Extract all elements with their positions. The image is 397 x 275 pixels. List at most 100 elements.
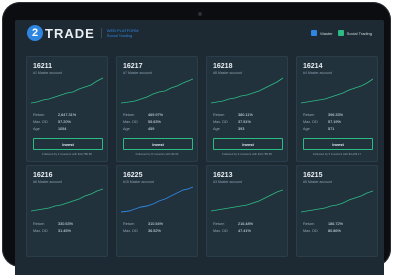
stat-return-value: 396.33% bbox=[328, 113, 343, 117]
account-id: 16211 bbox=[33, 63, 53, 70]
stat-age-value: 1054 bbox=[58, 127, 67, 131]
account-card-16216[interactable]: 16216 #6 Master account Return 330.53% M… bbox=[26, 165, 108, 257]
stat-return: Return 186.72% bbox=[303, 222, 373, 226]
stat-age-label: Age bbox=[213, 127, 220, 131]
stat-return: Return 310.54% bbox=[123, 222, 193, 226]
account-id: 16225 bbox=[123, 172, 143, 179]
stat-maxdd-label: Max. DD bbox=[213, 120, 228, 124]
stat-maxdd-value: 31.45% bbox=[58, 229, 71, 233]
invest-button[interactable]: Invest bbox=[303, 138, 373, 150]
stat-maxdd-label: Max. DD bbox=[303, 120, 318, 124]
account-card-16214[interactable]: 16214 #4 Master account Return 396.33% M… bbox=[296, 56, 378, 162]
stat-return: Return 216.48% bbox=[213, 222, 283, 226]
stat-maxdd-value: 37.51% bbox=[238, 120, 251, 124]
sparkline-chart bbox=[211, 189, 283, 212]
account-id: 16217 bbox=[123, 63, 143, 70]
stat-return: Return 330.53% bbox=[33, 222, 103, 226]
logo-subtitle-line-2: Social Trading bbox=[106, 33, 133, 38]
stat-age: Age 1054 bbox=[33, 127, 103, 131]
logo-mark: 2 bbox=[27, 25, 43, 41]
account-card-16225[interactable]: 16225 #15 Master account Return 310.54% … bbox=[116, 165, 198, 257]
account-id: 16215 bbox=[303, 172, 323, 179]
sparkline-chart bbox=[121, 186, 193, 213]
filter-group: Master Social Trading bbox=[311, 30, 372, 36]
sparkline-chart bbox=[121, 78, 193, 104]
stat-maxdd-value: 47.41% bbox=[238, 229, 251, 233]
stat-return-label: Return bbox=[123, 222, 135, 226]
stat-age-label: Age bbox=[303, 127, 310, 131]
invest-button[interactable]: Invest bbox=[123, 138, 193, 150]
followers-text: Followed by 3 investors with $13,786.58 bbox=[42, 152, 92, 156]
invest-button[interactable]: Invest bbox=[213, 138, 283, 150]
checkbox-social-trading[interactable] bbox=[337, 30, 344, 36]
followers-text: Followed by 8 investors with $0.00 bbox=[135, 152, 179, 156]
account-id: 16216 bbox=[33, 172, 53, 179]
stat-maxdd-value: 80.86% bbox=[328, 229, 341, 233]
filter-master[interactable]: Master bbox=[311, 30, 333, 36]
stat-maxdd-value: 57.19% bbox=[328, 120, 341, 124]
logo-text: TRADE bbox=[45, 25, 95, 41]
filter-social-trading-label: Social Trading bbox=[346, 30, 372, 36]
stat-age-label: Age bbox=[123, 127, 130, 131]
tablet-frame: 2 TRADE WEB PLATFORM Social Trading Mast… bbox=[2, 2, 391, 275]
stat-return-label: Return bbox=[213, 222, 225, 226]
stat-return-value: 330.53% bbox=[58, 222, 73, 226]
account-id: 16214 bbox=[303, 63, 323, 70]
logo-subtitle: WEB PLATFORM Social Trading bbox=[100, 28, 139, 38]
stat-maxdd: Max. DD 47.41% bbox=[213, 229, 283, 233]
stat-maxdd: Max. DD 36.52% bbox=[123, 229, 193, 233]
stat-return-value: 310.54% bbox=[148, 222, 163, 226]
top-bar: 2 TRADE WEB PLATFORM Social Trading Mast… bbox=[15, 20, 384, 50]
filter-social-trading[interactable]: Social Trading bbox=[337, 30, 372, 36]
stat-age-value: 571 bbox=[328, 127, 335, 131]
followers-text: Followed by 9 investors with $13,785.58 bbox=[222, 152, 272, 156]
account-id: 16213 bbox=[213, 172, 233, 179]
stat-return: Return 2,647.31% bbox=[33, 113, 103, 117]
stat-maxdd-value: 55.63% bbox=[148, 120, 161, 124]
account-card-16211[interactable]: 16211 #1 Master account Return 2,647.31%… bbox=[26, 56, 108, 162]
stat-maxdd-value: 57.20% bbox=[58, 120, 71, 124]
stat-return-value: 469.97% bbox=[148, 113, 163, 117]
stat-age: Age 571 bbox=[303, 127, 373, 131]
stat-maxdd: Max. DD 37.51% bbox=[213, 120, 283, 124]
stat-return-value: 380.11% bbox=[238, 113, 253, 117]
account-card-16213[interactable]: 16213 #3 Master account Return 216.48% M… bbox=[206, 165, 288, 257]
account-card-16217[interactable]: 16217 #7 Master account Return 469.97% M… bbox=[116, 56, 198, 162]
sparkline-chart bbox=[301, 78, 373, 104]
stat-age: Age 393 bbox=[213, 127, 283, 131]
stat-maxdd-label: Max. DD bbox=[213, 229, 228, 233]
account-card-16218[interactable]: 16218 #8 Master account Return 380.11% M… bbox=[206, 56, 288, 162]
checkbox-master[interactable] bbox=[311, 30, 318, 36]
stat-return-value: 216.48% bbox=[238, 222, 253, 226]
filter-master-label: Master bbox=[320, 30, 333, 36]
front-camera bbox=[198, 12, 202, 16]
stat-maxdd-label: Max. DD bbox=[123, 229, 138, 233]
stat-maxdd: Max. DD 57.19% bbox=[303, 120, 373, 124]
account-card-16215[interactable]: 16215 #5 Master account Return 186.72% M… bbox=[296, 165, 378, 257]
app-screen: 2 TRADE WEB PLATFORM Social Trading Mast… bbox=[15, 20, 384, 275]
stat-maxdd: Max. DD 55.63% bbox=[123, 120, 193, 124]
stat-maxdd-label: Max. DD bbox=[33, 120, 48, 124]
sparkline-chart bbox=[31, 77, 103, 104]
invest-button[interactable]: Invest bbox=[33, 138, 103, 150]
stat-return: Return 380.11% bbox=[213, 113, 283, 117]
stat-return-label: Return bbox=[123, 113, 135, 117]
brand-logo[interactable]: 2 TRADE WEB PLATFORM Social Trading bbox=[27, 25, 139, 41]
stat-age-value: 393 bbox=[238, 127, 245, 131]
sparkline-chart bbox=[31, 188, 103, 212]
stat-return-value: 186.72% bbox=[328, 222, 343, 226]
stat-age-value: 459 bbox=[148, 127, 155, 131]
stat-return: Return 396.33% bbox=[303, 113, 373, 117]
stat-return-label: Return bbox=[303, 113, 315, 117]
account-id: 16218 bbox=[213, 63, 233, 70]
stat-maxdd: Max. DD 31.45% bbox=[33, 229, 103, 233]
stat-age: Age 459 bbox=[123, 127, 193, 131]
stat-maxdd-label: Max. DD bbox=[33, 229, 48, 233]
stat-maxdd-value: 36.52% bbox=[148, 229, 161, 233]
stat-maxdd-label: Max. DD bbox=[303, 229, 318, 233]
stat-maxdd: Max. DD 80.86% bbox=[303, 229, 373, 233]
stat-maxdd: Max. DD 57.20% bbox=[33, 120, 103, 124]
stat-return-label: Return bbox=[33, 113, 45, 117]
followers-text: Followed by 5 investors with $3,409.17 bbox=[312, 152, 362, 156]
stat-age-label: Age bbox=[33, 127, 40, 131]
